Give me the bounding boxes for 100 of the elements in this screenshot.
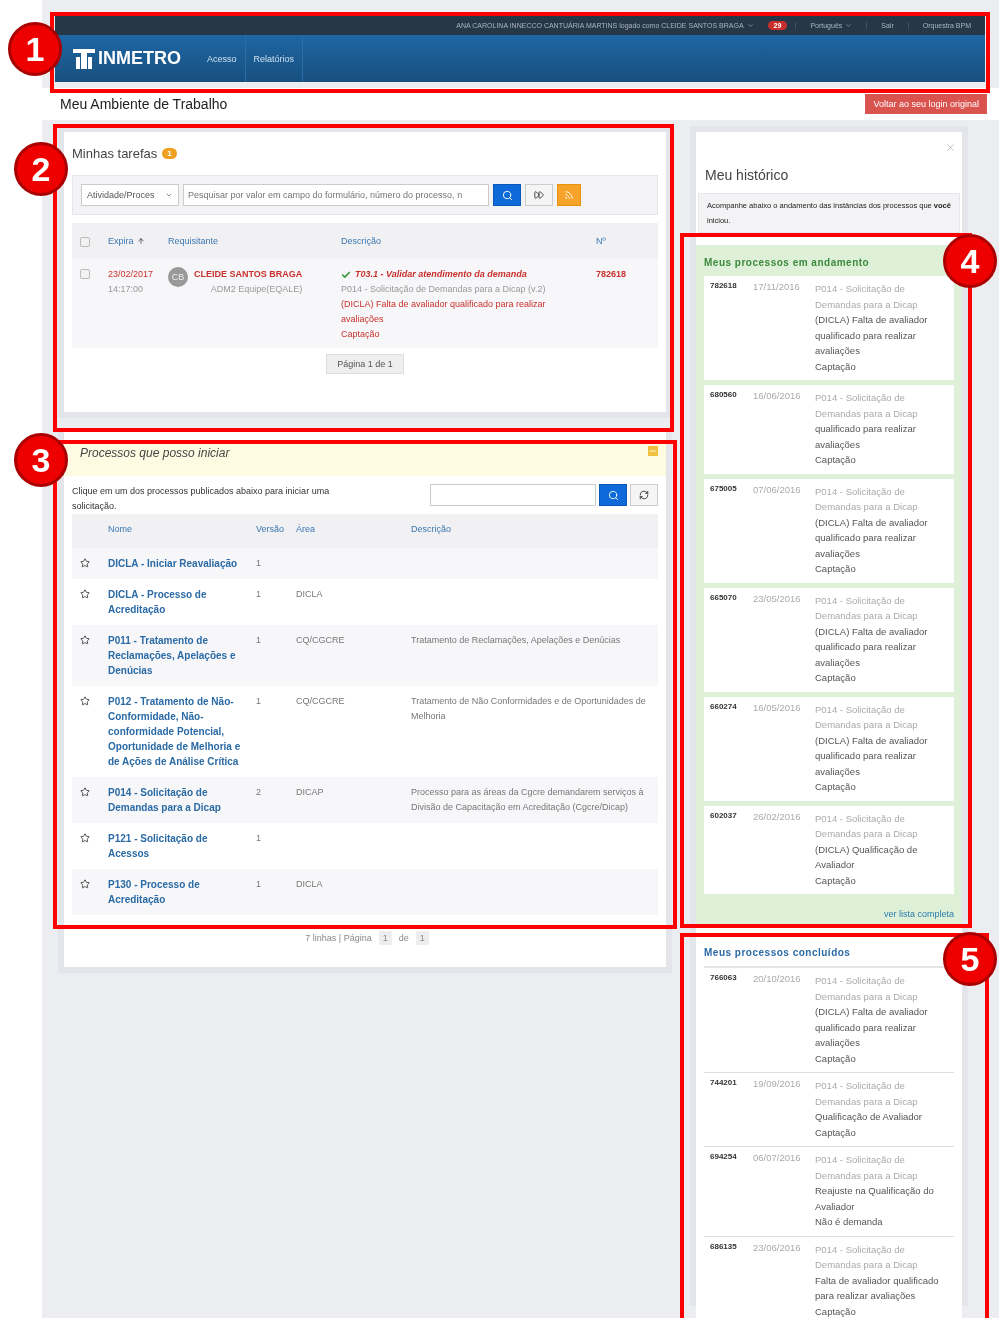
rss-icon	[564, 190, 574, 200]
description-cell-text: Processo para as áreas da Cgcre demandarem serviços à Divisão de Capacitação em Acreditação (Cgcre/Dicap)	[411, 786, 645, 814]
column-header[interactable]: Área	[296, 524, 411, 534]
column-header[interactable]: Expira	[108, 236, 168, 246]
search-field[interactable]: Pesquisar por valor em campo do formulário, número do processo, n	[183, 184, 489, 206]
process-date: 16/06/2016	[753, 390, 802, 403]
pagination-text: 7 linhas | Página	[304, 932, 373, 945]
process-stage: Captação	[815, 359, 857, 374]
nav-link[interactable]: Acesso	[199, 35, 246, 82]
refresh-button[interactable]	[630, 484, 658, 506]
process-date: 23/06/2016	[753, 1241, 802, 1255]
process-link[interactable]: P121 - Solicitação de Acessos	[108, 831, 256, 861]
search-field[interactable]	[430, 484, 596, 506]
select-all-checkbox[interactable]	[80, 237, 90, 247]
process-name: P014 - Solicitação de Demandas para a Dicap	[815, 702, 919, 732]
star-icon[interactable]	[80, 635, 90, 645]
process-date: 19/09/2016	[753, 1078, 802, 1091]
area-cell-text: CQ/CGCRE	[296, 634, 346, 647]
process-row[interactable]: P011 - Tratamento de Reclamações, Apelações e Denúcias 1 CQ/CGCRE Tratamento de Reclamações, Apelações e Denúcias	[72, 625, 658, 686]
process-link[interactable]: P012 - Tratamento de Não-Conformidade, Não-conformidade Potencial, Oportunidade de Melhoria e de Ações de Análise Crítica	[108, 694, 256, 769]
full-list-link[interactable]: ver lista completa	[883, 909, 954, 919]
area-cell-text: DICLA	[296, 878, 324, 891]
process-name: P014 - Solicitação de Demandas para a Dicap	[815, 1079, 919, 1109]
forward-button[interactable]	[525, 184, 553, 206]
column-header[interactable]: Versão	[256, 524, 296, 534]
requester-name: CLEIDE SANTOS BRAGA	[194, 268, 303, 281]
column-header[interactable]: Nome	[108, 524, 256, 534]
nav-link[interactable]: Relatórios	[245, 35, 304, 82]
logo[interactable]: INMETRO	[73, 48, 181, 69]
star-icon[interactable]	[80, 787, 90, 797]
process-name: P014 - Solicitação de Demandas para a Dicap	[815, 593, 919, 623]
task-row[interactable]	[72, 259, 658, 348]
process-name: P014 - Solicitação de Demandas para a Dicap (v.2)	[341, 283, 547, 296]
version-cell-text: 1	[256, 557, 262, 570]
process-description: Reajuste na Qualificação do Avaliador	[815, 1184, 935, 1214]
process-description: (DICLA) Qualificação de Avaliador	[815, 842, 919, 872]
star-icon[interactable]	[80, 833, 90, 843]
column-header[interactable]: Nº	[596, 236, 650, 246]
page-title: Meu Ambiente de Trabalho	[60, 96, 228, 112]
task-stage: Captação	[341, 328, 381, 341]
version-cell-text: 1	[256, 832, 262, 845]
task-name[interactable]: T03.1 - Validar atendimento da demanda	[355, 267, 527, 282]
search-button[interactable]	[599, 484, 627, 506]
process-name: P014 - Solicitação de Demandas para a Dicap	[815, 484, 919, 514]
process-stage: Captação	[815, 671, 857, 685]
caret-icon	[845, 21, 853, 29]
search-icon	[607, 489, 619, 501]
search-button[interactable]	[493, 184, 521, 206]
version-cell-text: 1	[256, 588, 262, 601]
process-row[interactable]: DICLA - Iniciar Reavaliação 1	[72, 548, 658, 579]
process-link[interactable]: P130 - Processo de Acreditação	[108, 877, 256, 907]
pagination-text[interactable]: 1	[378, 931, 392, 945]
history-item[interactable]: 766063 20/10/2016 P014 - Solicitação de Demandas para a Dicap (DICLA) Falta de avaliador qualificado para realizar avaliações Captação	[704, 966, 954, 1073]
column-header[interactable]: Requisitante	[168, 236, 341, 246]
pagination-text[interactable]: 1	[415, 931, 429, 945]
search-icon	[501, 189, 513, 201]
filter-select[interactable]: Atividade/Proces	[81, 184, 179, 206]
expiry-date: 23/02/2017	[108, 268, 155, 281]
process-row[interactable]: P014 - Solicitação de Demandas para a Dicap 2 DICAP Processo para as áreas da Cgcre demandarem serviços à Divisão de Capacitação em Acreditação (Cgcre/Dicap)	[72, 777, 658, 823]
process-description: Falta de avaliador qualificado para realizar avaliações	[815, 1273, 940, 1303]
process-link[interactable]: DICLA - Processo de Acreditação	[108, 587, 256, 617]
sort-arrow-icon	[136, 237, 145, 245]
column-header[interactable]: Descrição	[411, 524, 650, 534]
star-icon[interactable]	[80, 696, 90, 706]
step-marker: 1	[8, 22, 62, 76]
process-stage: Captação	[815, 1125, 857, 1140]
process-description: qualificado para realizar avaliações	[815, 422, 917, 452]
process-number: 744201	[710, 1078, 738, 1089]
process-row[interactable]: P130 - Processo de Acreditação 1 DICLA	[72, 869, 658, 915]
process-number: 782618	[596, 268, 628, 281]
card-title: Processos que posso iniciar	[80, 446, 230, 460]
process-link[interactable]: P014 - Solicitação de Demandas para a Dicap	[108, 785, 256, 815]
column-header[interactable]: Descrição	[341, 236, 596, 246]
star-icon[interactable]	[80, 879, 90, 889]
section-title: Meus processos em andamento	[704, 257, 871, 268]
back-button[interactable]: Voltar ao seu login original	[865, 94, 987, 114]
star-icon[interactable]	[80, 558, 90, 568]
requester-team: ADM2 Equipe(EQALE)	[209, 283, 303, 296]
caret-icon	[746, 21, 754, 29]
process-description: (DICLA) Falta de avaliador qualificado para realizar avaliações	[815, 313, 929, 358]
area-cell-text: CQ/CGCRE	[296, 695, 346, 708]
process-link[interactable]: DICLA - Iniciar Reavaliação	[108, 556, 256, 571]
process-stage: Captação	[815, 780, 857, 794]
row-checkbox[interactable]	[80, 269, 90, 279]
process-description: (DICLA) Falta de avaliador qualificado para realizar avaliações	[815, 733, 929, 779]
process-number: 675005	[710, 483, 738, 495]
pagination: Página 1 de 1	[326, 354, 404, 374]
process-date: 16/05/2016	[753, 701, 802, 715]
process-number: 602037	[710, 810, 738, 822]
fast-forward-icon	[534, 190, 544, 200]
logo-icon	[73, 48, 95, 69]
process-name: P014 - Solicitação de Demandas para a Dicap	[815, 1153, 919, 1183]
process-date: 20/10/2016	[753, 973, 802, 986]
star-icon[interactable]	[80, 589, 90, 599]
area-cell-text: DICLA	[296, 588, 324, 601]
process-stage: Captação	[815, 1051, 857, 1066]
process-link[interactable]: P011 - Tratamento de Reclamações, Apelações e Denúcias	[108, 633, 256, 678]
process-date: 07/06/2016	[753, 483, 802, 497]
process-name: P014 - Solicitação de Demandas para a Dicap	[815, 811, 919, 841]
description-cell-text: Tratamento de Não Conformidades e de Oportunidades de Melhoria	[411, 695, 647, 723]
